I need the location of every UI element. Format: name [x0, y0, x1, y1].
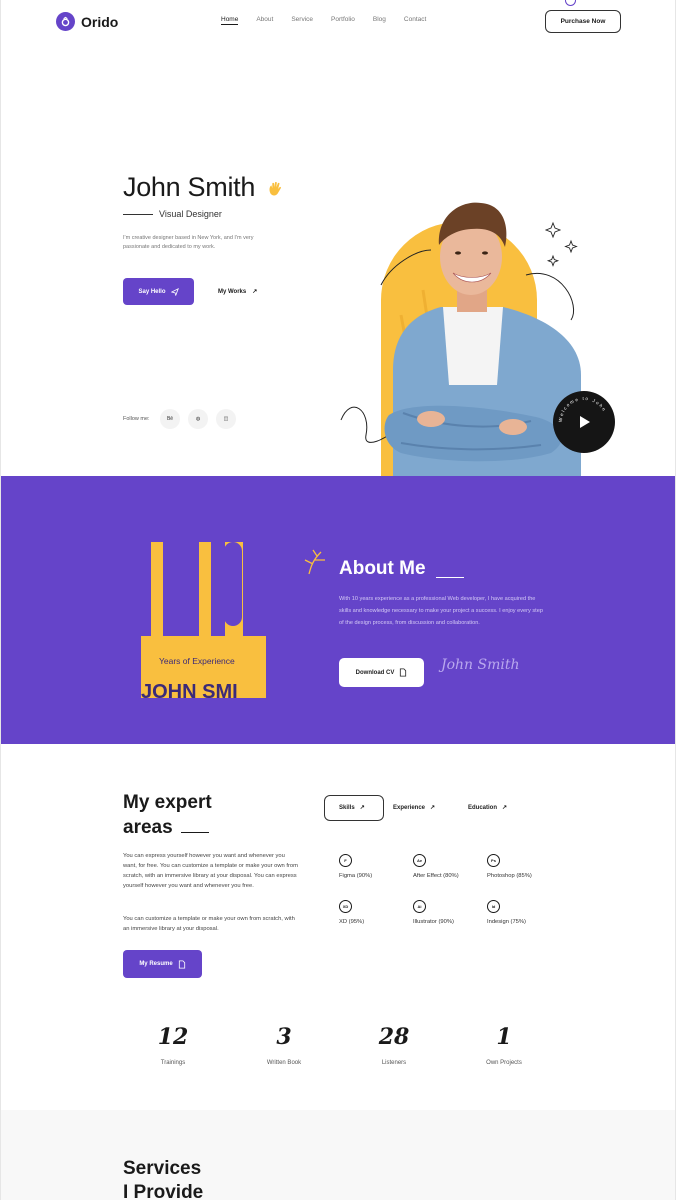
arrow-up-right-icon: ↗ [430, 805, 436, 811]
my-resume-label: My Resume [139, 961, 173, 967]
purchase-now-button[interactable]: Purchase Now [545, 10, 621, 33]
illustrator-icon: Ai [413, 900, 426, 913]
waving-hand-icon [269, 182, 281, 196]
expert-paragraph-2: You can customize a template or make you… [123, 916, 295, 932]
arrow-up-right-icon: ↗ [502, 805, 508, 811]
ribbon-name: JOHN SMI [141, 681, 238, 700]
tab-education-label: Education [468, 804, 498, 811]
about-title-underline [436, 577, 464, 578]
hero-role: Visual Designer [159, 209, 222, 219]
main-menu: Home About Service Portfolio Blog Contac… [221, 16, 426, 25]
arrow-up-right-icon: ↗ [252, 289, 258, 295]
services-title-line2: I Provide [123, 1182, 204, 1200]
follow-label: Follow me: [123, 416, 150, 422]
download-cv-label: Download CV [355, 669, 395, 676]
send-icon [170, 287, 179, 296]
nav-contact[interactable]: Contact [404, 16, 426, 25]
nav-home[interactable]: Home [221, 16, 239, 25]
tab-skills-label: Skills [339, 804, 355, 811]
stat-label: Written Book [266, 1060, 302, 1066]
services-section [1, 1110, 675, 1200]
skill-label: Indesign (75%) [487, 919, 526, 925]
page: Orido Home About Service Portfolio Blog … [0, 0, 676, 1200]
years-label: Years of Experience [159, 656, 235, 666]
dribbble-icon[interactable]: ◍ [188, 409, 208, 429]
about-description: With 10 years experience as a profession… [339, 596, 543, 626]
top-navbar: Orido Home About Service Portfolio Blog … [1, 0, 675, 44]
stat-value: 12 [157, 1024, 189, 1050]
skill-label: Figma (90%) [339, 873, 373, 879]
nav-about[interactable]: About [256, 16, 273, 25]
stat-label: Own Projects [486, 1060, 522, 1066]
tab-experience-label: Experience [393, 804, 426, 811]
tab-experience[interactable]: Experience ↗ [393, 804, 436, 812]
hero-portrait: Welcome to John [340, 202, 615, 476]
my-works-link[interactable]: My Works ↗ [218, 288, 258, 296]
years-experience-graphic: Years of Experience JOHN SMI [141, 542, 266, 700]
my-resume-button[interactable]: My Resume [123, 950, 202, 978]
tab-education[interactable]: Education ↗ [468, 804, 508, 812]
indesign-icon: Id [487, 900, 500, 913]
stat-trainings: 12 Trainings [133, 1023, 213, 1066]
skill-figma: F Figma (90%) [339, 854, 372, 879]
say-hello-button[interactable]: Say Hello [123, 278, 194, 305]
stat-written-book: 3 Written Book [244, 1023, 324, 1066]
stat-own-projects: 1 Own Projects [464, 1023, 544, 1066]
file-icon [178, 959, 185, 969]
expert-paragraph-1: You can express yourself however you wan… [123, 853, 298, 889]
stat-value: 3 [271, 1024, 297, 1050]
my-works-label: My Works [218, 288, 247, 295]
nav-service[interactable]: Service [291, 16, 313, 25]
arrow-up-right-icon: ↗ [359, 805, 365, 811]
scroll-indicator [565, 0, 576, 6]
skill-label: Illustrator (90%) [413, 919, 454, 925]
figma-icon: F [339, 854, 352, 867]
logo-icon [56, 12, 75, 31]
file-icon [400, 668, 407, 677]
stat-value: 28 [378, 1024, 410, 1050]
expert-title-line1: My expert [123, 792, 212, 813]
stat-label: Trainings [160, 1060, 186, 1066]
behance-icon[interactable]: Bē [160, 409, 180, 429]
stat-label: Listeners [381, 1060, 407, 1066]
signature: John Smith [441, 657, 520, 673]
about-title: About Me [339, 558, 426, 579]
skill-photoshop: Ps Photoshop (85%) [487, 854, 532, 879]
logo-text: Orido [81, 13, 119, 30]
skill-illustrator: Ai Illustrator (90%) [413, 900, 454, 925]
download-cv-button[interactable]: Download CV [339, 658, 424, 687]
expert-title-line2: areas [123, 817, 173, 838]
nav-portfolio[interactable]: Portfolio [331, 16, 355, 25]
skill-after-effect: Ae After Effect (80%) [413, 854, 459, 879]
instagram-icon[interactable]: ◫ [216, 409, 236, 429]
tab-skills[interactable]: Skills ↗ [339, 804, 365, 812]
skill-label: Photoshop (85%) [487, 873, 532, 879]
xd-icon: XD [339, 900, 352, 913]
say-hello-label: Say Hello [138, 288, 166, 295]
after-effects-icon: Ae [413, 854, 426, 867]
hero-name: John Smith [123, 172, 256, 202]
stat-value: 1 [491, 1024, 517, 1050]
skill-xd: XD XD (95%) [339, 900, 364, 925]
skill-indesign: Id Indesign (75%) [487, 900, 526, 925]
hero-description: I'm creative designer based in New York,… [123, 235, 254, 250]
services-title-line1: Services [123, 1158, 202, 1179]
services-title: Services I Provide [123, 1157, 203, 1200]
logo[interactable]: Orido [56, 12, 118, 31]
skill-label: After Effect (80%) [413, 873, 459, 879]
expert-title-underline [181, 832, 209, 833]
stat-listeners: 28 Listeners [354, 1023, 434, 1066]
skill-label: XD (95%) [339, 919, 365, 925]
photoshop-icon: Ps [487, 854, 500, 867]
role-divider [123, 214, 153, 215]
nav-blog[interactable]: Blog [373, 16, 386, 25]
sparkle-doodle-icon [304, 549, 325, 575]
